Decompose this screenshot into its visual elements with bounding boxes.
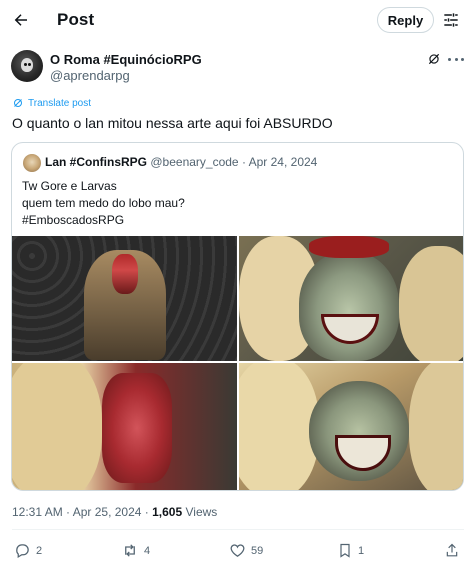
share-icon: [446, 543, 458, 557]
reply-button[interactable]: Reply: [377, 7, 434, 33]
bookmark-action[interactable]: 1: [337, 542, 364, 559]
bookmark-icon: [340, 543, 350, 558]
grok-icon[interactable]: [427, 52, 441, 66]
translate-post-link[interactable]: Translate post: [12, 97, 91, 109]
quoted-line: #EmboscadosRPG: [22, 213, 125, 227]
quoted-post-text: Tw Gore e Larvas quem tem medo do lobo m…: [22, 178, 185, 229]
tune-button[interactable]: [441, 10, 461, 30]
meta-separator: ·: [66, 505, 71, 519]
author-display-name[interactable]: O Roma #EquinócioRPG: [50, 52, 202, 67]
page-title: Post: [57, 10, 95, 29]
share-action[interactable]: [444, 542, 460, 559]
translate-icon: [14, 99, 22, 107]
quoted-author-handle: @beenary_code: [150, 155, 239, 169]
tune-icon: [444, 13, 458, 27]
more-icon[interactable]: [448, 52, 464, 66]
top-bar: Post Reply: [0, 0, 476, 40]
post-date[interactable]: Apr 25, 2024: [73, 505, 142, 519]
quoted-separator: ·: [241, 155, 246, 169]
like-action[interactable]: 59: [229, 542, 263, 559]
bookmark-count: 1: [358, 544, 365, 557]
media-image-1[interactable]: [12, 236, 237, 361]
quoted-post-date: Apr 24, 2024: [248, 155, 318, 169]
quoted-line: Tw Gore e Larvas: [22, 179, 117, 193]
quoted-author-avatar[interactable]: [23, 154, 41, 172]
arrow-left-icon: [14, 14, 27, 26]
meta-separator: ·: [144, 505, 149, 519]
heart-icon: [230, 544, 245, 557]
views-label: Views: [185, 505, 218, 519]
post-meta: 12:31 AM · Apr 25, 2024 · 1,605 Views: [12, 505, 217, 519]
quoted-post-header: Lan #ConfinsRPG @beenary_code · Apr 24, …: [45, 155, 317, 169]
like-count: 59: [251, 544, 264, 557]
media-image-4[interactable]: [239, 363, 463, 490]
media-image-2[interactable]: [239, 236, 463, 361]
quoted-author-name[interactable]: Lan #ConfinsRPG: [45, 155, 147, 169]
repost-count: 4: [144, 544, 151, 557]
divider: [12, 529, 464, 530]
action-bar: 2 4 59 1: [0, 540, 476, 566]
repost-action[interactable]: 4: [121, 542, 150, 559]
media-image-3[interactable]: [12, 363, 237, 490]
author-handle[interactable]: @aprendarpg: [50, 68, 130, 83]
post-text: O quanto o lan mitou nessa arte aqui foi…: [12, 115, 333, 131]
quoted-post-card[interactable]: Lan #ConfinsRPG @beenary_code · Apr 24, …: [11, 142, 464, 491]
media-grid: [12, 236, 463, 490]
post-time[interactable]: 12:31 AM: [12, 505, 63, 519]
reply-icon: [16, 544, 29, 559]
back-button[interactable]: [10, 9, 32, 31]
reply-action[interactable]: 2: [14, 542, 42, 559]
author-avatar[interactable]: [11, 50, 43, 82]
quoted-line: quem tem medo do lobo mau?: [22, 196, 185, 210]
translate-post-label: Translate post: [28, 97, 91, 109]
repost-icon: [125, 544, 135, 557]
views-count: 1,605: [152, 505, 183, 519]
reply-count: 2: [36, 544, 43, 557]
